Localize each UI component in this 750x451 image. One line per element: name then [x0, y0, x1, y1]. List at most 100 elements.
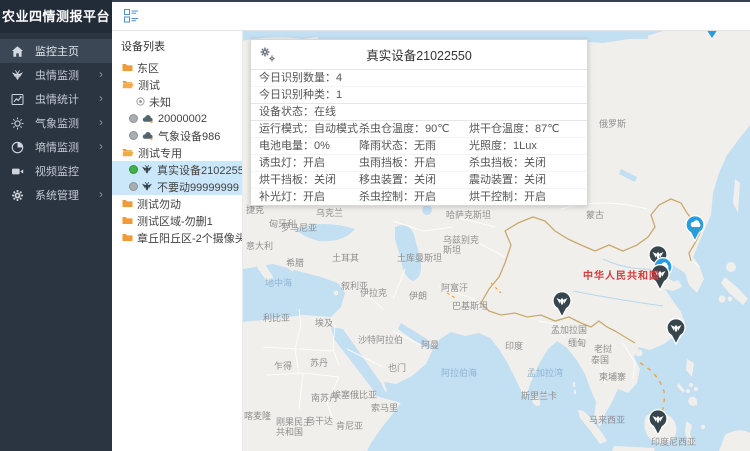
- popup-stats-grid: 运行模式：自动模式 杀虫仓温度：90℃ 烘干仓温度：87℃ 电池电量：0% 降雨…: [251, 121, 587, 205]
- popup-stat: 烘干仓温度：87℃: [461, 121, 587, 138]
- map-label: 印度: [505, 341, 523, 351]
- popup-stat: 电池电量：0%: [251, 138, 351, 155]
- map-label: 阿曼: [421, 340, 439, 350]
- popup-header: 真实设备21022550: [251, 40, 587, 70]
- map-label: 埃及: [315, 318, 333, 328]
- unknown-pin-icon: [136, 97, 145, 106]
- tree-folder-test-area-no-delete[interactable]: 测试区域-勿删1: [112, 212, 242, 229]
- map-label: 孟加拉湾: [527, 368, 563, 378]
- map-label: 肯尼亚: [336, 421, 363, 431]
- map-label: 也门: [388, 363, 406, 373]
- tree-item-weather-device-986[interactable]: 气象设备986: [112, 127, 242, 144]
- map-label: 孟加拉国: [551, 325, 587, 335]
- sidebar-item-soil-monitor[interactable]: 墒情监测 ›: [0, 135, 112, 159]
- popup-stat: 杀虫挡板：关闭: [461, 155, 587, 172]
- popup-stat: 移虫装置：关闭: [351, 172, 461, 189]
- map-label: 沙特阿拉伯: [358, 335, 403, 345]
- map-label-china: 中华人民共和国: [583, 271, 660, 283]
- map-label: 乍得: [274, 361, 292, 371]
- popup-stat: 杀虫仓温度：90℃: [351, 121, 461, 138]
- popup-stat: 运行模式：自动模式: [251, 121, 351, 138]
- folder-closed-icon: [122, 233, 133, 242]
- map-label: 缅甸: [568, 338, 586, 348]
- map-label: 意大利: [246, 241, 273, 251]
- settings-gears-icon[interactable]: [260, 47, 276, 65]
- map-label: 喀麦隆: [244, 411, 271, 421]
- map-label: 印度尼西亚: [651, 437, 696, 447]
- app-window: 农业四情测报平台 监控主页 虫情监测 › 虫情统计: [0, 0, 750, 451]
- chevron-right-icon: ›: [99, 92, 103, 104]
- map-label: 老挝: [594, 344, 612, 354]
- map-label: 阿富汗: [441, 283, 468, 293]
- chevron-right-icon: ›: [99, 188, 103, 200]
- weather-device-icon: [141, 114, 154, 124]
- sidebar-item-label: 墒情监测: [35, 139, 79, 155]
- sidebar-item-monitor-home[interactable]: 监控主页: [0, 39, 112, 63]
- sidebar-item-insect-stats[interactable]: 虫情统计 ›: [0, 87, 112, 111]
- sidebar-item-label: 视频监控: [35, 163, 79, 179]
- bug-icon: [11, 69, 24, 82]
- popup-stat: 光照度：1Lux: [461, 138, 587, 155]
- insect-device-icon: [141, 181, 153, 192]
- status-dot-online: [129, 165, 138, 174]
- sidebar-item-weather-monitor[interactable]: 气象监测 ›: [0, 111, 112, 135]
- tree-item-real-device-21022550[interactable]: 真实设备21022550: [112, 161, 242, 178]
- sidebar-item-label: 虫情统计: [35, 91, 79, 107]
- top-strip: [112, 0, 750, 2]
- chevron-right-icon: ›: [99, 116, 103, 128]
- map-label: 希腊: [286, 258, 304, 268]
- popup-title: 真实设备21022550: [366, 45, 472, 64]
- world-map[interactable]: 俄罗斯 蒙古 哈萨克斯坦 乌兹别克斯坦 土库曼斯坦 阿富汗 巴基斯坦 伊朗 伊拉…: [243, 31, 750, 451]
- popup-stat: 烘干控制：开启: [461, 189, 587, 205]
- status-dot-offline: [129, 114, 138, 123]
- chevron-right-icon: ›: [99, 68, 103, 80]
- map-label: 索马里: [371, 403, 398, 413]
- tree-list-icon[interactable]: [124, 9, 139, 23]
- popup-stat: 虫雨挡板：开启: [351, 155, 461, 172]
- chart-icon: [11, 93, 24, 106]
- map-label: 利比亚: [263, 313, 290, 323]
- map-label: 刚果民主共和国: [276, 417, 316, 438]
- tree-folder-test-no-move[interactable]: 测试勿动: [112, 195, 242, 212]
- tree-folder-east-area[interactable]: 东区: [112, 59, 242, 76]
- tree-folder-test-dedicated[interactable]: 测试专用: [112, 144, 242, 161]
- tree-folder-zhangqiu-cameras[interactable]: 章丘阳丘区-2个摄像头: [112, 229, 242, 246]
- sidebar: 农业四情测报平台 监控主页 虫情监测 › 虫情统计: [0, 0, 112, 451]
- sidebar-item-label: 系统管理: [35, 187, 79, 203]
- popup-stat: 降雨状态：无雨: [351, 138, 461, 155]
- app-title: 农业四情测报平台: [0, 0, 112, 33]
- folder-closed-icon: [122, 216, 133, 225]
- weather-device-icon: [141, 131, 154, 141]
- tree-item-device-20000002[interactable]: 20000002: [112, 110, 242, 127]
- map-label: 斯里兰卡: [521, 391, 557, 401]
- map-label: 巴基斯坦: [452, 301, 488, 311]
- map-label: 地中海: [265, 278, 292, 288]
- popup-value: 4: [336, 72, 342, 84]
- map-label: 柬埔寨: [599, 372, 626, 382]
- tree-folder-test[interactable]: 测试: [112, 76, 242, 93]
- pie-icon: [11, 141, 24, 154]
- map-label: 苏丹: [310, 358, 328, 368]
- insect-device-icon: [141, 164, 153, 175]
- tree-item-unknown[interactable]: 未知: [112, 93, 242, 110]
- popup-stat: 烘干挡板：关闭: [251, 172, 351, 189]
- home-icon: [11, 45, 24, 58]
- folder-open-icon: [122, 148, 134, 157]
- map-label: 马来西亚: [589, 415, 625, 425]
- sidebar-item-video-monitor[interactable]: 视频监控: [0, 159, 112, 183]
- device-info-popup: 真实设备21022550 今日识别数量：4 今日识别种类：1 设备状态：在线 运…: [250, 39, 588, 206]
- popup-summary-row: 今日识别数量：4: [251, 70, 587, 87]
- map-label: 乌兹别克斯坦: [443, 235, 483, 256]
- map-label: 埃塞俄比亚: [332, 390, 377, 400]
- gear-icon: [11, 189, 24, 202]
- sidebar-item-label: 虫情监测: [35, 67, 79, 83]
- sidebar-item-label: 气象监测: [35, 115, 79, 131]
- sidebar-item-insect-monitor[interactable]: 虫情监测 ›: [0, 63, 112, 87]
- tree-item-dont-touch-99999999[interactable]: 不要动99999999: [112, 178, 242, 195]
- sidebar-item-label: 监控主页: [35, 43, 79, 59]
- map-label: 俄罗斯: [599, 119, 626, 129]
- popup-stat: 震动装置：关闭: [461, 172, 587, 189]
- sidebar-item-system-manage[interactable]: 系统管理 ›: [0, 183, 112, 207]
- popup-stat: 补光灯：开启: [251, 189, 351, 205]
- popup-value: 1: [336, 89, 342, 101]
